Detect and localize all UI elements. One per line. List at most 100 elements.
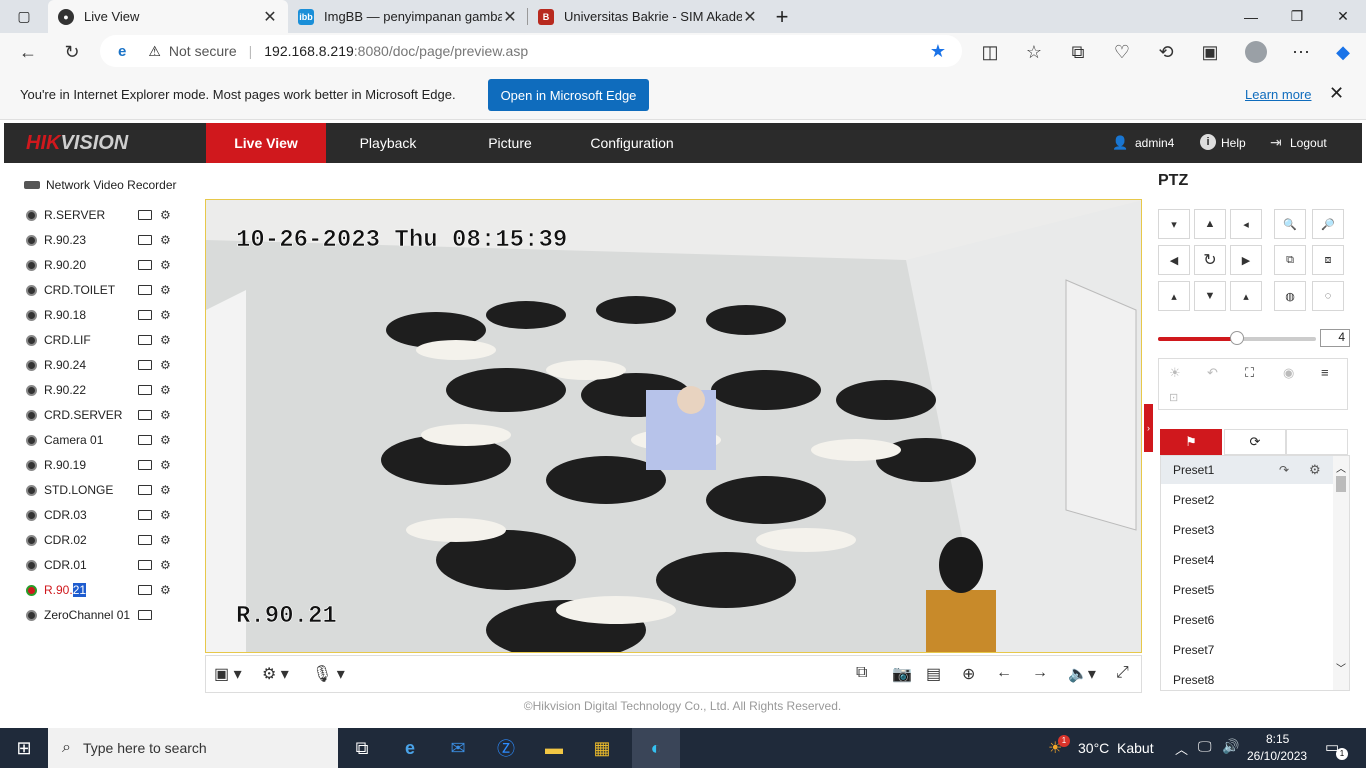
record-icon[interactable] — [138, 310, 152, 320]
zoom-in-icon[interactable]: 🔎 — [1312, 209, 1344, 239]
tray-chevron-icon[interactable]: ︿ — [1175, 739, 1188, 758]
preset-item[interactable]: Preset5 — [1173, 583, 1214, 597]
clock-time[interactable]: 8:15 — [1266, 732, 1289, 746]
center-focus-icon[interactable]: ⛶ — [1245, 365, 1254, 381]
capture-window-icon[interactable]: ⧉ — [856, 664, 867, 682]
close-icon[interactable]: ✕ — [502, 7, 518, 27]
weather-desc[interactable]: Kabut — [1117, 740, 1154, 756]
speaker-icon[interactable]: 🔊 — [1222, 738, 1239, 755]
preset-item[interactable]: Preset4 — [1173, 553, 1214, 567]
tree-device-item[interactable]: R.90.21 ⚙ — [14, 580, 194, 600]
tree-device-item[interactable]: CDR.01 ⚙ — [14, 555, 194, 575]
ptz-auto-button[interactable]: ↻ — [1194, 245, 1226, 275]
close-icon[interactable]: ✕ — [262, 7, 278, 27]
store-icon[interactable]: ▦ — [578, 728, 626, 768]
record-icon[interactable] — [138, 260, 152, 270]
tree-device-item[interactable]: CRD.LIF ⚙ — [14, 330, 194, 350]
record-icon[interactable] — [138, 560, 152, 570]
learn-more-link[interactable]: Learn more — [1245, 87, 1311, 102]
preset-scrollbar[interactable]: ︿ ﹀ — [1333, 456, 1349, 690]
sidebar-icon[interactable]: ▣ — [1195, 37, 1225, 67]
nav-configuration[interactable]: Configuration — [572, 123, 692, 163]
ptz-settings-icon[interactable]: ⚙ — [160, 308, 171, 322]
help-link[interactable]: Help — [1221, 136, 1246, 150]
tree-device-item[interactable]: STD.LONGE ⚙ — [14, 480, 194, 500]
scroll-up-icon[interactable]: ︿ — [1336, 460, 1346, 475]
more-icon[interactable]: ⋯ — [1286, 37, 1316, 67]
start-button[interactable]: ⊞ — [0, 728, 48, 768]
nav-picture[interactable]: Picture — [450, 123, 570, 163]
file-explorer-icon[interactable]: ▬ — [530, 728, 578, 768]
preset-tab[interactable]: ⚑ — [1160, 429, 1222, 455]
ptz-up-left-button[interactable]: ▾ — [1158, 209, 1190, 239]
ie-mode-icon[interactable]: e — [118, 43, 126, 60]
record-icon[interactable] — [138, 435, 152, 445]
close-window-button[interactable]: ✕ — [1320, 0, 1366, 33]
record-icon[interactable] — [138, 410, 152, 420]
tree-root[interactable]: Network Video Recorder — [14, 175, 194, 195]
ptz-settings-icon[interactable]: ⚙ — [160, 283, 171, 297]
preset-item[interactable]: Preset7 — [1173, 643, 1214, 657]
tree-device-item[interactable]: CRD.SERVER ⚙ — [14, 405, 194, 425]
record-icon[interactable] — [138, 460, 152, 470]
ptz-up-right-button[interactable]: ◂ — [1230, 209, 1262, 239]
tree-device-item[interactable]: ZeroChannel 01 — [14, 605, 194, 625]
profile-avatar[interactable] — [1241, 37, 1271, 67]
record-icon[interactable] — [138, 285, 152, 295]
clock-date[interactable]: 26/10/2023 — [1247, 749, 1307, 763]
performance-icon[interactable]: ♡ — [1107, 37, 1137, 67]
ptz-speed-slider[interactable] — [1158, 331, 1316, 345]
tree-device-item[interactable]: R.90.20 ⚙ — [14, 255, 194, 275]
tab-actions-icon[interactable]: ▢ — [0, 0, 48, 33]
close-icon[interactable]: ✕ — [1329, 83, 1344, 104]
edge-icon[interactable]: ◐ — [632, 728, 680, 768]
ptz-down-left-button[interactable]: ▴ — [1158, 281, 1190, 311]
light-icon[interactable]: ☀ — [1169, 365, 1181, 381]
ptz-settings-icon[interactable]: ⚙ — [160, 533, 171, 547]
ptz-down-button[interactable]: ▼ — [1194, 281, 1226, 311]
nav-live-view[interactable]: Live View — [206, 123, 326, 163]
preset-item[interactable]: Preset6 — [1173, 613, 1214, 627]
focus-far-icon[interactable]: ⧈ — [1312, 245, 1344, 275]
record-icon[interactable] — [138, 585, 152, 595]
preset-item[interactable]: Preset8 — [1173, 673, 1214, 687]
preset-item[interactable]: Preset3 — [1173, 523, 1214, 537]
stream-select-icon[interactable]: ⚙ ▾ — [262, 664, 289, 684]
url-field[interactable]: e ⚠ Not secure | 192.168.8.219:8080/doc/… — [100, 35, 962, 67]
ptz-settings-icon[interactable]: ⚙ — [160, 583, 171, 597]
minimize-button[interactable]: — — [1228, 0, 1274, 33]
record-icon[interactable] — [138, 210, 152, 220]
tree-device-item[interactable]: R.SERVER ⚙ — [14, 205, 194, 225]
collections-icon[interactable]: ⧉ — [1063, 37, 1093, 67]
ptz-right-button[interactable]: ▶ — [1230, 245, 1262, 275]
record-icon[interactable]: ▤ — [926, 664, 941, 684]
tree-device-item[interactable]: R.90.24 ⚙ — [14, 355, 194, 375]
next-page-icon[interactable]: → — [1032, 664, 1048, 682]
ptz-up-button[interactable]: ▲ — [1194, 209, 1226, 239]
tree-device-item[interactable]: R.90.19 ⚙ — [14, 455, 194, 475]
zoom-icon[interactable]: ⊕ — [962, 664, 975, 684]
live-video-feed[interactable]: 10-26-2023 Thu 08:15:39 R.90.21 — [205, 199, 1142, 653]
tree-device-item[interactable]: R.90.18 ⚙ — [14, 305, 194, 325]
one-touch-icon[interactable]: ◉ — [1283, 365, 1294, 381]
mail-icon[interactable]: ✉ — [434, 728, 482, 768]
ptz-settings-icon[interactable]: ⚙ — [160, 358, 171, 372]
fullscreen-icon[interactable]: ⤢ — [1116, 664, 1129, 682]
record-icon[interactable] — [138, 335, 152, 345]
taskbar-search[interactable]: ⌕ Type here to search — [48, 728, 338, 768]
goto-preset-icon[interactable]: ↷ — [1279, 463, 1289, 477]
close-icon[interactable]: ✕ — [742, 7, 758, 27]
ptz-speed-value[interactable]: 4 — [1320, 329, 1350, 347]
tree-device-item[interactable]: CRD.TOILET ⚙ — [14, 280, 194, 300]
record-icon[interactable] — [138, 360, 152, 370]
extension-icon[interactable]: ⟲ — [1151, 37, 1181, 67]
record-icon[interactable] — [138, 485, 152, 495]
iris-close-icon[interactable]: ◌ — [1312, 281, 1344, 311]
record-icon[interactable] — [138, 535, 152, 545]
snapshot-icon[interactable]: 📷 — [892, 664, 912, 684]
ptz-settings-icon[interactable]: ⚙ — [160, 458, 171, 472]
zoom-out-icon[interactable]: 🔍 — [1274, 209, 1306, 239]
preset-item[interactable]: Preset2 — [1173, 493, 1214, 507]
tree-device-item[interactable]: CDR.03 ⚙ — [14, 505, 194, 525]
record-icon[interactable] — [138, 610, 152, 620]
